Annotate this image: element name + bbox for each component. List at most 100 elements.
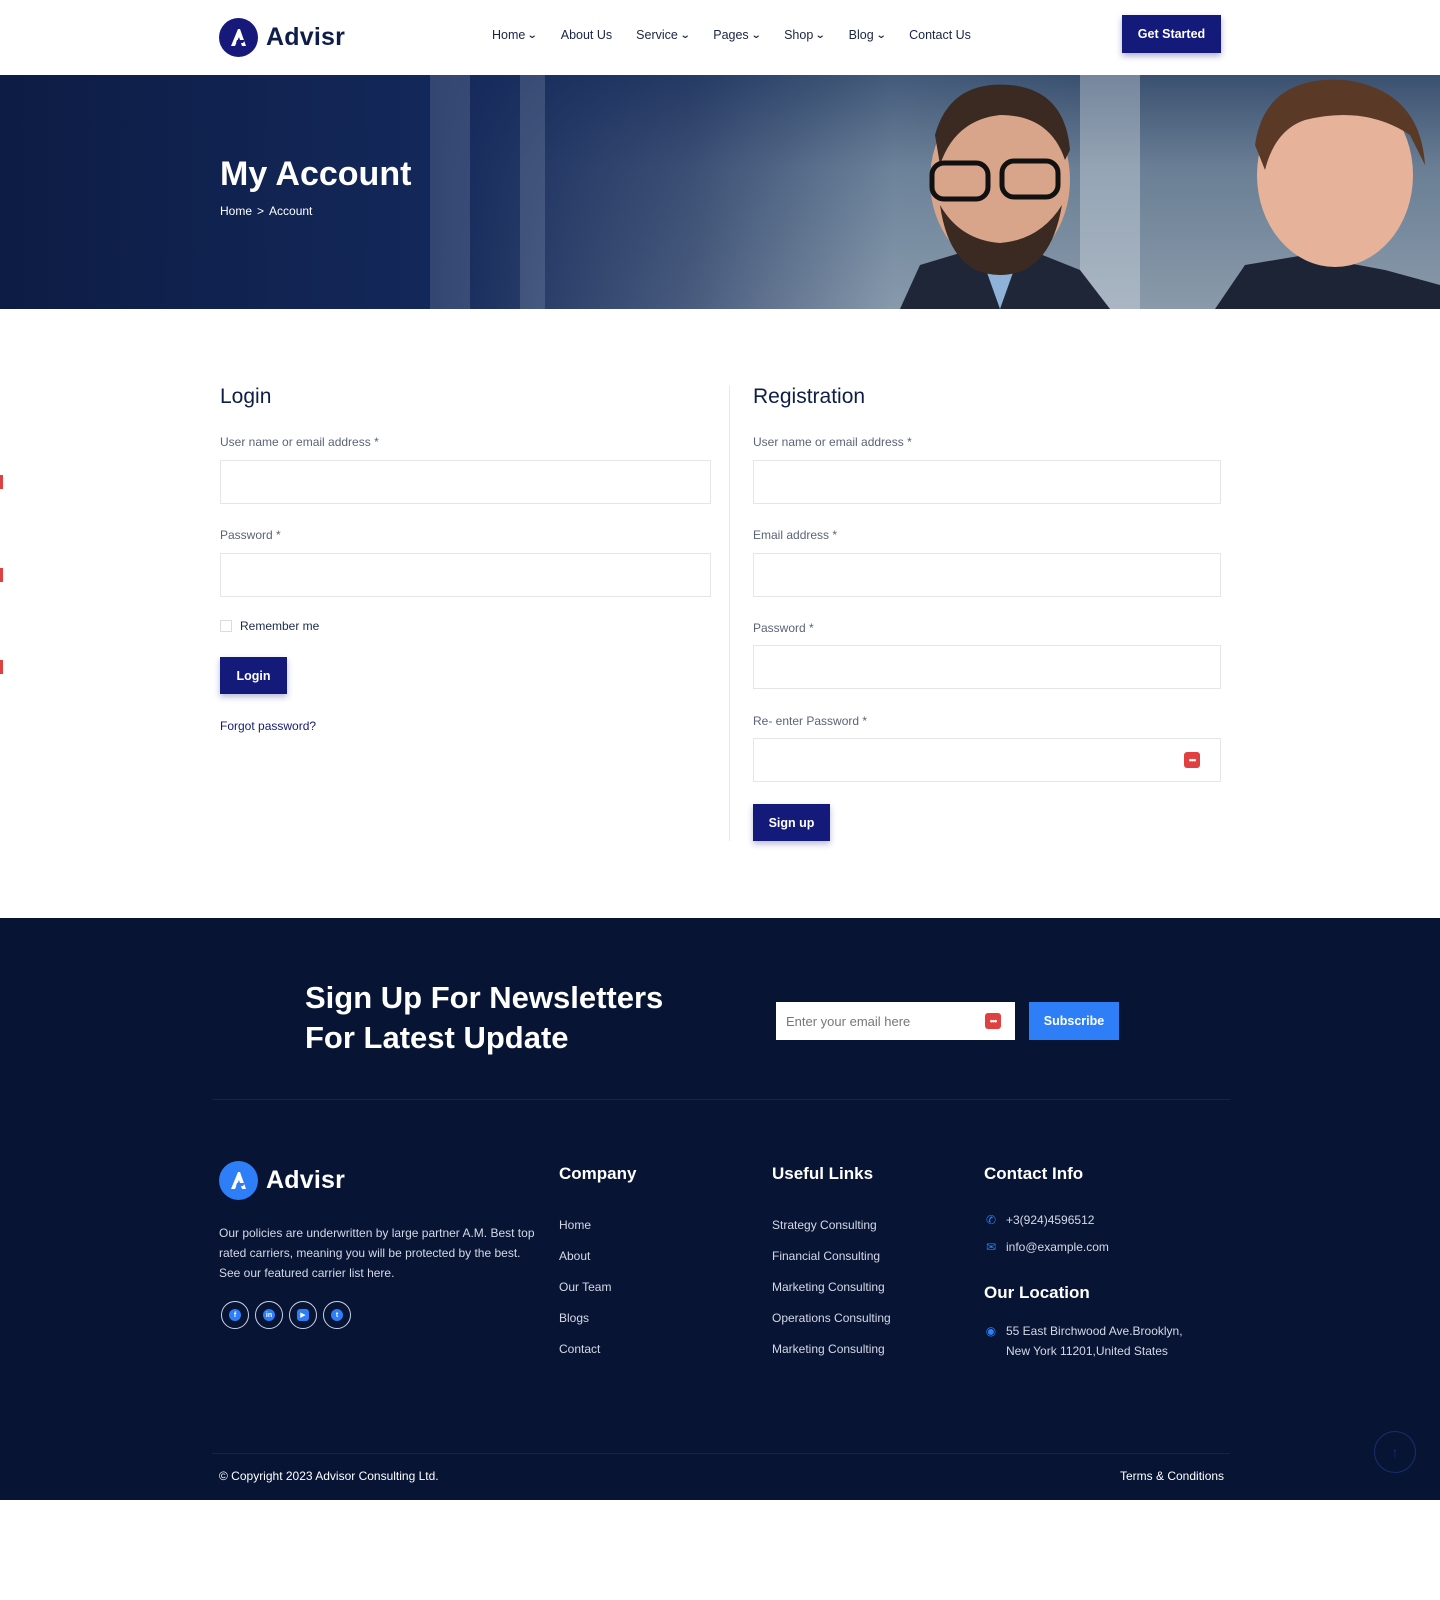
required-mark: * [809,621,814,635]
page-title: My Account [220,155,412,193]
password-label: Password * [753,621,814,635]
footer-link-about[interactable]: About [559,1249,590,1263]
nav-label: Home [492,28,526,42]
signup-button[interactable]: Sign up [753,804,830,841]
footer-link-marketing-2[interactable]: Marketing Consulting [772,1342,885,1356]
side-marker [0,568,3,582]
phone-text: +3(924)4596512 [1006,1213,1095,1227]
useful-links-title: Useful Links [772,1164,874,1183]
chevron-down-icon: ⌄ [875,29,887,41]
brand-logo[interactable]: Advisr [219,18,345,57]
contact-phone[interactable]: ✆ +3(924)4596512 [984,1210,1094,1230]
side-marker [0,475,3,489]
login-button[interactable]: Login [220,657,287,694]
chevron-down-icon: ⌄ [527,29,538,41]
forgot-password-link[interactable]: Forgot password? [220,719,316,733]
register-password-input[interactable] [753,645,1221,689]
nav-item-contact[interactable]: Contact Us [909,28,971,42]
newsletter-placeholder: Enter your email here [786,1013,911,1029]
linkedin-icon[interactable]: in [255,1301,283,1329]
footer-divider [212,1099,1230,1100]
footer-link-marketing[interactable]: Marketing Consulting [772,1280,885,1294]
banner-photo-person [1215,79,1440,309]
label-text: Password [753,621,806,635]
brand-name: Advisr [266,23,346,51]
label-text: User name or email address [753,435,904,449]
location-pin-icon: ◉ [985,1324,997,1338]
get-started-button[interactable]: Get Started [1122,15,1221,53]
footer-link-strategy[interactable]: Strategy Consulting [772,1218,877,1232]
copyright-text: © Copyright 2023 Advisor Consulting Ltd. [219,1469,439,1483]
register-reenter-password-input[interactable]: ••• [753,738,1221,782]
footer-about-text: Our policies are underwritten by large p… [219,1226,535,1280]
login-password-input[interactable] [220,553,711,597]
contact-info-title: Contact Info [984,1164,1084,1183]
password-manager-icon[interactable]: ••• [1184,752,1200,768]
nav-label: Shop [784,28,814,42]
password-label: Password * [220,528,281,542]
footer-bottom-divider [212,1453,1230,1454]
required-mark: * [374,435,379,449]
newsletter-email-input[interactable]: Enter your email here ••• [776,1002,1015,1040]
logo-icon [219,1161,258,1200]
footer-link-contact[interactable]: Contact [559,1342,600,1356]
password-manager-icon[interactable]: ••• [985,1013,1001,1029]
footer-logo[interactable]: Advisr [219,1161,345,1200]
form-divider [729,386,730,841]
contact-email[interactable]: ✉ info@example.com [984,1237,1109,1257]
address-line: New York 11201,United States [1006,1344,1168,1358]
chevron-right-icon: > [257,204,265,218]
newsletter-title-line: Sign Up For Newsletters [305,980,664,1015]
remember-label: Remember me [240,619,320,633]
login-username-input[interactable] [220,460,711,504]
required-mark: * [832,528,838,542]
scroll-to-top-button[interactable]: ↑ [1374,1431,1416,1473]
social-links: f in ▶ t [221,1301,351,1329]
nav-item-about[interactable]: About Us [561,28,612,42]
username-label: User name or email address * [220,435,379,449]
register-username-input[interactable] [753,460,1221,504]
location-address: ◉ 55 East Birchwood Ave.Brooklyn, New Yo… [984,1321,1183,1361]
footer-link-financial[interactable]: Financial Consulting [772,1249,880,1263]
logo-icon [219,18,258,57]
youtube-icon[interactable]: ▶ [289,1301,317,1329]
breadcrumb-home[interactable]: Home [220,204,252,218]
chevron-down-icon: ⌄ [750,29,762,41]
label-text: Email address [753,528,830,542]
footer-link-operations[interactable]: Operations Consulting [772,1311,891,1325]
site-footer: Sign Up For Newsletters For Latest Updat… [0,918,1440,1500]
terms-link[interactable]: Terms & Conditions [1120,1469,1224,1483]
main-nav: Home ⌄ About Us Service ⌄ Pages ⌄ Shop ⌄ Blo… [492,28,995,42]
arrow-up-icon: ↑ [1391,1444,1399,1460]
remember-checkbox[interactable] [220,620,232,632]
nav-label: Service [636,28,678,42]
required-mark: * [907,435,912,449]
footer-link-team[interactable]: Our Team [559,1280,611,1294]
chevron-down-icon: ⌄ [679,29,691,41]
nav-item-home[interactable]: Home ⌄ [492,28,538,42]
breadcrumb: Home > Account [220,204,312,218]
twitter-icon[interactable]: t [323,1301,351,1329]
nav-item-service[interactable]: Service ⌄ [636,28,691,42]
nav-label: Contact Us [909,28,971,42]
register-email-input[interactable] [753,553,1221,597]
registration-title: Registration [753,385,866,408]
nav-item-shop[interactable]: Shop ⌄ [784,28,826,42]
required-mark: * [276,528,281,542]
site-header: Advisr Home ⌄ About Us Service ⌄ Pages ⌄ Sh… [0,0,1440,75]
nav-item-pages[interactable]: Pages ⌄ [713,28,762,42]
subscribe-button[interactable]: Subscribe [1029,1002,1119,1040]
footer-link-home[interactable]: Home [559,1218,591,1232]
label-text: Re- enter Password [753,714,860,728]
nav-label: About Us [560,28,613,42]
newsletter-title: Sign Up For Newsletters For Latest Updat… [305,978,725,1058]
required-mark: * [862,714,868,728]
nav-label: Pages [713,28,749,42]
chevron-down-icon: ⌄ [815,29,826,41]
email-text: info@example.com [1006,1240,1109,1254]
footer-link-blogs[interactable]: Blogs [559,1311,589,1325]
label-text: Password [220,528,273,542]
facebook-icon[interactable]: f [221,1301,249,1329]
newsletter-title-line: For Latest Update [305,1020,569,1055]
nav-item-blog[interactable]: Blog ⌄ [849,28,887,42]
